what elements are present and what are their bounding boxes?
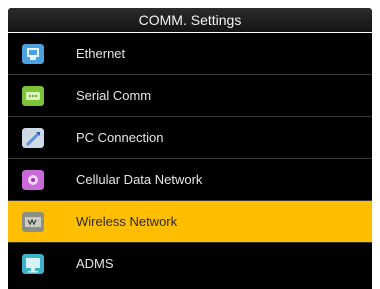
comm-settings-screen: COMM. Settings Ethernet Serial Comm PC C… (0, 0, 380, 289)
menu-item-cellular-data-network[interactable]: Cellular Data Network (8, 159, 372, 200)
menu-item-label: PC Connection (76, 130, 164, 145)
cellular-network-icon (22, 169, 44, 190)
ethernet-icon (22, 43, 44, 64)
menu-item-ethernet[interactable]: Ethernet (8, 33, 372, 74)
menu-item-label: Serial Comm (76, 88, 152, 103)
wireless-network-icon (22, 211, 44, 232)
menu-item-wireless-network[interactable]: Wireless Network (8, 201, 372, 242)
menu-item-label: Wireless Network (76, 214, 178, 229)
title-bar: COMM. Settings (8, 8, 372, 32)
menu-item-label: Ethernet (76, 46, 126, 61)
adms-icon (22, 253, 44, 274)
menu-item-serial-comm[interactable]: Serial Comm (8, 75, 372, 116)
screen-title: COMM. Settings (138, 12, 242, 28)
menu-item-adms[interactable]: ADMS (8, 243, 372, 284)
comm-settings-menu: Ethernet Serial Comm PC Connection Cellu… (8, 33, 372, 289)
menu-item-label: Cellular Data Network (76, 172, 203, 187)
serial-comm-icon (22, 85, 44, 106)
pc-connection-icon (22, 127, 44, 148)
menu-item-pc-connection[interactable]: PC Connection (8, 117, 372, 158)
menu-item-label: ADMS (76, 256, 114, 271)
